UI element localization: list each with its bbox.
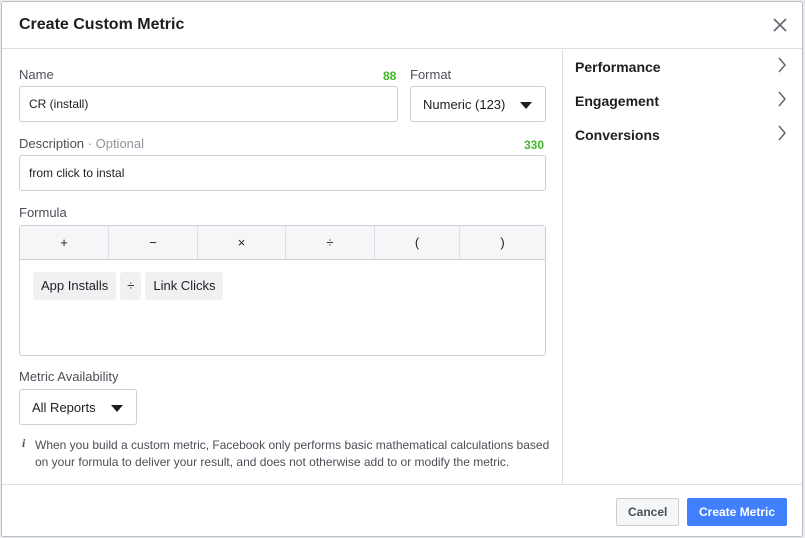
operator-minus-button[interactable]: −	[109, 226, 198, 259]
info-text: When you build a custom metric, Facebook…	[35, 438, 550, 469]
formula-tokens: App Installs ÷ Link Clicks	[33, 272, 224, 300]
operator-toolbar: + − × ÷ ( )	[20, 226, 545, 260]
chevron-right-icon	[775, 56, 789, 74]
name-input[interactable]	[19, 86, 398, 122]
operator-plus-button[interactable]: +	[20, 226, 109, 259]
format-label: Format	[410, 67, 452, 82]
formula-editor[interactable]: + − × ÷ ( ) App Installs ÷ Link Clicks	[19, 225, 546, 356]
form-panel: Name 88 Format Numeric (123) Description…	[2, 50, 562, 484]
description-char-counter: 330	[524, 138, 545, 152]
availability-select[interactable]: All Reports	[19, 389, 137, 425]
cancel-button[interactable]: Cancel	[616, 498, 680, 526]
category-conversions[interactable]: Conversions	[575, 124, 789, 146]
create-metric-button[interactable]: Create Metric	[687, 498, 788, 526]
close-icon[interactable]	[768, 13, 792, 37]
chevron-right-icon	[775, 90, 789, 108]
create-custom-metric-dialog: Create Custom Metric Name 88 Format Nume…	[1, 1, 803, 537]
category-engagement[interactable]: Engagement	[575, 90, 789, 112]
name-label: Name	[19, 67, 54, 82]
description-input[interactable]	[19, 155, 546, 191]
category-label: Conversions	[575, 127, 660, 143]
operator-close-paren-button[interactable]: )	[460, 226, 545, 259]
dialog-footer: Cancel Create Metric	[2, 484, 802, 536]
info-icon: i	[22, 436, 26, 450]
formula-token-metric[interactable]: App Installs	[33, 272, 117, 300]
formula-token-metric[interactable]: Link Clicks	[145, 272, 224, 300]
description-label-text: Description	[19, 136, 85, 151]
availability-label: Metric Availability	[19, 369, 119, 384]
optional-hint: · Optional	[87, 136, 145, 151]
formula-token-operator[interactable]: ÷	[120, 272, 142, 300]
operator-multiply-button[interactable]: ×	[198, 226, 286, 259]
metric-categories-panel: Performance Engagement Conversions	[562, 50, 802, 484]
caret-down-icon	[520, 102, 532, 109]
operator-divide-button[interactable]: ÷	[286, 226, 375, 259]
dialog-header: Create Custom Metric	[2, 2, 802, 49]
chevron-right-icon	[775, 124, 789, 142]
availability-select-value: All Reports	[32, 400, 96, 415]
dialog-title: Create Custom Metric	[19, 16, 185, 33]
formula-label: Formula	[19, 205, 67, 220]
category-label: Engagement	[575, 93, 660, 109]
operator-open-paren-button[interactable]: (	[375, 226, 460, 259]
description-label: Description · Optional	[19, 136, 144, 151]
name-char-counter: 88	[383, 69, 397, 83]
caret-down-icon	[111, 405, 123, 412]
format-select-value: Numeric (123)	[423, 97, 506, 112]
category-performance[interactable]: Performance	[575, 56, 789, 78]
format-select[interactable]: Numeric (123)	[410, 86, 546, 122]
category-label: Performance	[575, 59, 661, 75]
